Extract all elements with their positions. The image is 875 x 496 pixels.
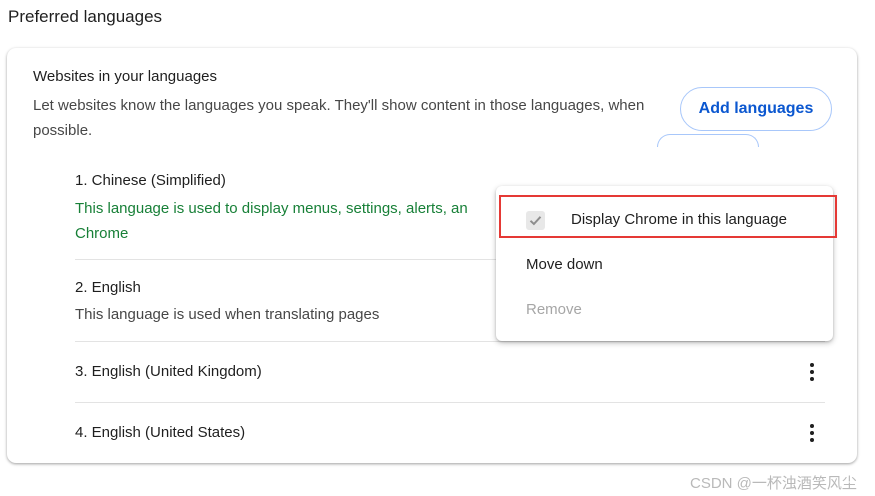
menu-item-move-down[interactable]: Move down — [496, 245, 833, 285]
language-row-english-uk: 3. English (United Kingdom) — [75, 362, 825, 382]
watermark: CSDN @一杯浊酒笑风尘 — [690, 475, 857, 492]
more-vert-icon[interactable] — [802, 360, 822, 384]
divider — [75, 341, 825, 342]
card-heading: Websites in your languages — [33, 68, 217, 85]
menu-item-label: Move down — [526, 256, 603, 273]
highlight-annotation-box — [499, 195, 837, 238]
menu-item-label: Remove — [526, 301, 582, 318]
language-row-button-partial — [657, 134, 759, 147]
language-name: 4. English (United States) — [75, 424, 246, 441]
more-vert-icon[interactable] — [802, 421, 822, 445]
add-languages-button[interactable]: Add languages — [680, 87, 832, 131]
menu-item-remove: Remove — [496, 290, 833, 330]
divider — [75, 402, 825, 403]
card-description: Let websites know the languages you spea… — [33, 97, 645, 139]
language-row-english-us: 4. English (United States) — [75, 423, 825, 443]
language-name: 3. English (United Kingdom) — [75, 363, 262, 380]
section-title: Preferred languages — [8, 7, 163, 26]
